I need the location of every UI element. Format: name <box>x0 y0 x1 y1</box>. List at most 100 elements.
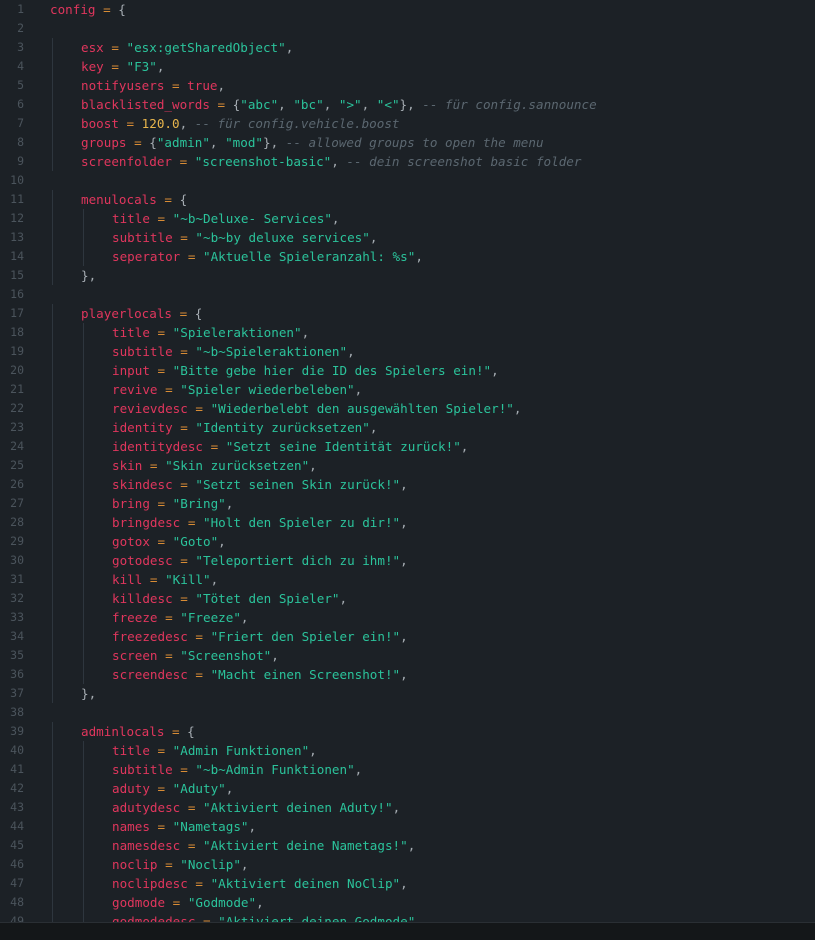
code-line[interactable]: 5 notifyusers = true, <box>0 76 815 95</box>
token-op: = <box>157 382 181 397</box>
token-str: "Teleportiert dich zu ihm!" <box>195 553 401 568</box>
code-line[interactable]: 33 freeze = "Freeze", <box>0 608 815 627</box>
token-punc: , <box>271 648 279 663</box>
code-line[interactable]: 1 config = { <box>0 0 815 19</box>
line-number: 42 <box>10 781 24 795</box>
code-line[interactable]: 23 identity = "Identity zurücksetzen", <box>0 418 815 437</box>
code-line[interactable]: 32 killdesc = "Tötet den Spieler", <box>0 589 815 608</box>
code-line[interactable]: 9 screenfolder = "screenshot-basic", -- d… <box>0 152 815 171</box>
code-line[interactable]: 36 screendesc = "Macht einen Screenshot!"… <box>0 665 815 684</box>
code-line[interactable]: 14 seperator = "Aktuelle Spieleranzahl: %… <box>0 247 815 266</box>
line-number: 19 <box>10 344 24 358</box>
code-line[interactable]: 3 esx = "esx:getSharedObject", <box>0 38 815 57</box>
token-str: "Kill" <box>165 572 211 587</box>
indent-guide <box>83 893 84 912</box>
token-cm: -- für config.sannounce <box>422 97 597 112</box>
code-line[interactable]: 31 kill = "Kill", <box>0 570 815 589</box>
token-punc: , <box>309 458 317 473</box>
line-number: 40 <box>10 743 24 757</box>
line-number: 11 <box>10 192 24 206</box>
line-number: 34 <box>10 629 24 643</box>
code-line[interactable]: 42 aduty = "Aduty", <box>0 779 815 798</box>
line-number: 4 <box>17 59 24 73</box>
token-punc: , <box>301 325 310 340</box>
indent-guide <box>83 570 84 589</box>
token-key: subtitle <box>112 344 173 359</box>
code-line[interactable]: 13 subtitle = "~b~by deluxe services", <box>0 228 815 247</box>
code-line[interactable]: 49 godmodedesc = "Aktiviert deinen Godmod… <box>0 912 815 922</box>
code-line[interactable]: 18 title = "Spieleraktionen", <box>0 323 815 342</box>
code-line[interactable]: 2 <box>0 19 815 38</box>
indent-guide <box>83 247 84 266</box>
token-str: "Aktiviert deinen Aduty!" <box>203 800 393 815</box>
code-line[interactable]: 20 input = "Bitte gebe hier die ID des Sp… <box>0 361 815 380</box>
indent-guide <box>83 475 84 494</box>
token-str: "Identity zurücksetzen" <box>195 420 370 435</box>
code-line[interactable]: 24 identitydesc = "Setzt seine Identität … <box>0 437 815 456</box>
code-editor[interactable]: 1 config = {2 3 esx = "esx:getSharedObject"… <box>0 0 815 922</box>
token-key: kill <box>112 572 143 587</box>
line-number: 43 <box>10 800 24 814</box>
indent-guide <box>52 361 53 380</box>
indent-guide <box>52 646 53 665</box>
code-line[interactable]: 40 title = "Admin Funktionen", <box>0 741 815 760</box>
code-line[interactable]: 27 bring = "Bring", <box>0 494 815 513</box>
indent-guide <box>83 456 84 475</box>
code-line[interactable]: 37}, <box>0 684 815 703</box>
code-line[interactable]: 41 subtitle = "~b~Admin Funktionen", <box>0 760 815 779</box>
code-line[interactable]: 22 revievdesc = "Wiederbelebt den ausgewä… <box>0 399 815 418</box>
code-line[interactable]: 39 adminlocals = { <box>0 722 815 741</box>
code-line[interactable]: 21 revive = "Spieler wiederbeleben", <box>0 380 815 399</box>
token-key: screenfolder <box>81 154 172 169</box>
indent-guide <box>52 532 53 551</box>
line-number: 16 <box>10 287 24 301</box>
code-line[interactable]: 7 boost = 120.0, -- für config.vehicle.bo… <box>0 114 815 133</box>
line-number: 27 <box>10 496 24 510</box>
code-line[interactable]: 11 menulocals = { <box>0 190 815 209</box>
code-text: bringdesc = "Holt den Spieler zu dir!", <box>112 513 408 532</box>
code-line[interactable]: 26 skindesc = "Setzt seinen Skin zurück!"… <box>0 475 815 494</box>
code-line[interactable]: 29 gotox = "Goto", <box>0 532 815 551</box>
code-line[interactable]: 6 blacklisted_words = {"abc", "bc", ">", … <box>0 95 815 114</box>
token-punc: , <box>225 496 234 511</box>
code-line[interactable]: 28 bringdesc = "Holt den Spieler zu dir!"… <box>0 513 815 532</box>
indent-guide <box>52 722 53 741</box>
indent-guide <box>52 551 53 570</box>
code-text: title = "Spieleraktionen", <box>112 323 309 342</box>
code-text: screen = "Screenshot", <box>112 646 279 665</box>
code-line[interactable]: 4 key = "F3", <box>0 57 815 76</box>
token-punc: }, <box>81 268 97 283</box>
code-line[interactable]: 47 noclipdesc = "Aktiviert deinen NoClip"… <box>0 874 815 893</box>
code-line[interactable]: 15}, <box>0 266 815 285</box>
indent-guide <box>52 912 53 922</box>
token-punc: { <box>118 2 126 17</box>
token-key: adutydesc <box>112 800 181 815</box>
indent-guide <box>83 228 84 247</box>
indent-guide <box>83 380 84 399</box>
line-number: 24 <box>10 439 24 453</box>
code-line[interactable]: 48 godmode = "Godmode", <box>0 893 815 912</box>
code-line[interactable]: 10 <box>0 171 815 190</box>
status-bar <box>0 922 815 940</box>
indent-guide <box>52 209 53 228</box>
code-line[interactable]: 38 <box>0 703 815 722</box>
code-line[interactable]: 12 title = "~b~Deluxe- Services", <box>0 209 815 228</box>
code-line[interactable]: 46 noclip = "Noclip", <box>0 855 815 874</box>
code-line[interactable]: 44 names = "Nametags", <box>0 817 815 836</box>
code-line[interactable]: 16 <box>0 285 815 304</box>
code-line[interactable]: 34 freezedesc = "Friert den Spieler ein!"… <box>0 627 815 646</box>
code-line[interactable]: 30 gotodesc = "Teleportiert dich zu ihm!"… <box>0 551 815 570</box>
token-punc: , <box>248 819 257 834</box>
token-punc: , <box>217 78 226 93</box>
code-line[interactable]: 35 screen = "Screenshot", <box>0 646 815 665</box>
code-line[interactable]: 43 adutydesc = "Aktiviert deinen Aduty!", <box>0 798 815 817</box>
code-line[interactable]: 8 groups = {"admin", "mod"}, -- allowed g… <box>0 133 815 152</box>
token-punc: , <box>415 249 423 264</box>
code-line[interactable]: 17 playerlocals = { <box>0 304 815 323</box>
code-line[interactable]: 25 skin = "Skin zurücksetzen", <box>0 456 815 475</box>
code-line[interactable]: 45 namesdesc = "Aktiviert deine Nametags!… <box>0 836 815 855</box>
token-str: "Aktiviert deine Nametags!" <box>203 838 408 853</box>
token-op: = <box>164 78 188 93</box>
indent-guide <box>52 342 53 361</box>
code-line[interactable]: 19 subtitle = "~b~Spieleraktionen", <box>0 342 815 361</box>
